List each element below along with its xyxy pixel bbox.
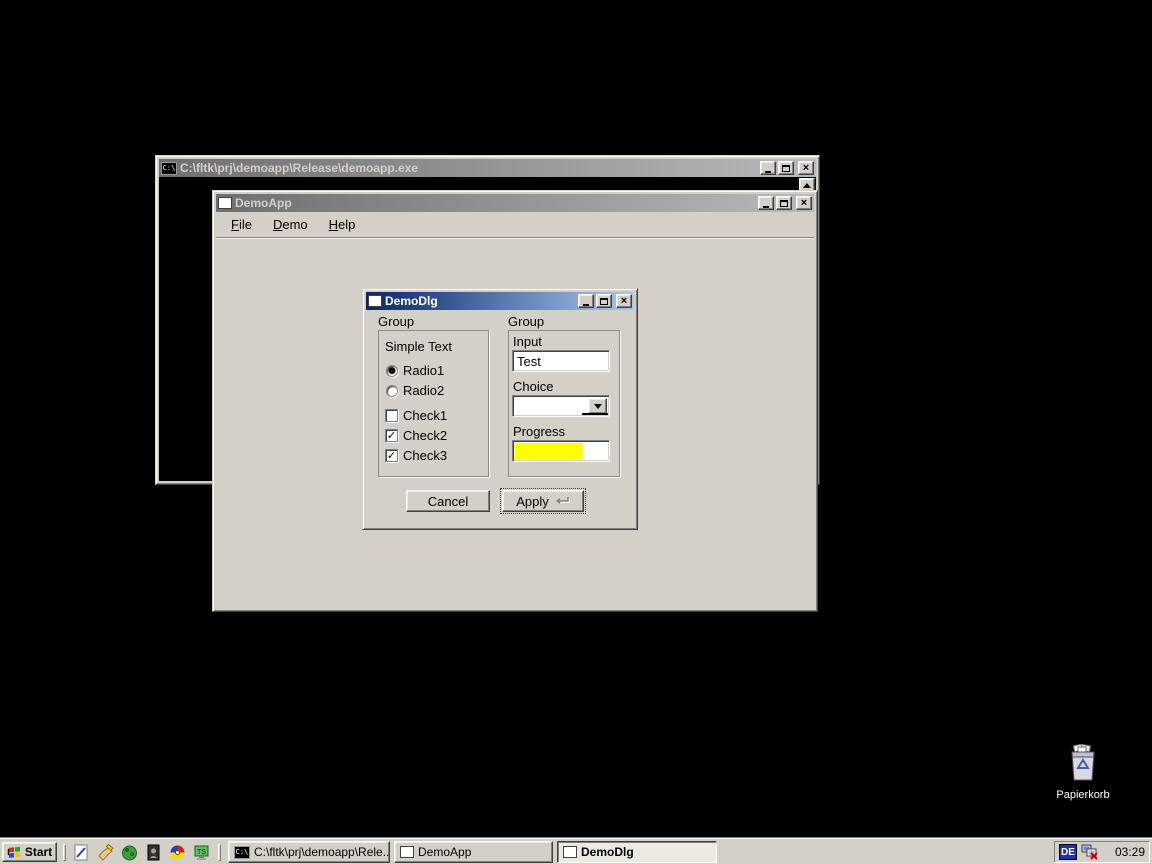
dropdown-shadow xyxy=(582,413,608,415)
quicklaunch-portrait-icon[interactable] xyxy=(144,843,163,862)
console-titlebar[interactable]: C:\ C:\fltk\prj\demoapp\Release\demoapp.… xyxy=(159,159,816,177)
progress-fill xyxy=(515,443,583,459)
quicklaunch-green-creature-icon[interactable] xyxy=(120,843,139,862)
maximize-icon xyxy=(600,298,608,305)
maximize-button[interactable] xyxy=(778,161,794,175)
msdos-icon: C:\ xyxy=(161,162,177,175)
radio2-label: Radio2 xyxy=(403,383,444,398)
start-label: Start xyxy=(25,845,52,859)
taskbar-button-demodlg[interactable]: DemoDlg xyxy=(557,841,717,863)
maximize-button[interactable] xyxy=(776,196,792,210)
demoapp-titlebar[interactable]: DemoApp × xyxy=(216,194,814,212)
quicklaunch-hand-pen-icon[interactable] xyxy=(96,843,115,862)
taskbar-button-demoapp[interactable]: DemoApp xyxy=(394,841,553,863)
check3-label: Check3 xyxy=(403,448,447,463)
demodlg-titlebar[interactable]: DemoDlg × xyxy=(366,292,634,310)
keyboard-layout-indicator[interactable]: DE xyxy=(1059,844,1077,860)
recycle-bin-icon xyxy=(1066,744,1100,782)
checkbox-icon: ✓ xyxy=(385,449,398,462)
checkbox-check1[interactable]: Check1 xyxy=(385,408,447,423)
radio-icon xyxy=(386,385,398,397)
menu-demo[interactable]: Demo xyxy=(271,216,310,233)
minimize-icon xyxy=(583,304,589,306)
simple-text-label: Simple Text xyxy=(385,339,452,354)
minimize-button[interactable] xyxy=(578,294,594,308)
choice-dropdown[interactable] xyxy=(512,395,610,417)
minimize-icon xyxy=(763,206,769,208)
check1-label: Check1 xyxy=(403,408,447,423)
minimize-button[interactable] xyxy=(760,161,776,175)
menu-file[interactable]: File xyxy=(229,216,254,233)
chevron-down-icon xyxy=(594,404,602,409)
maximize-button[interactable] xyxy=(596,294,612,308)
close-button[interactable]: × xyxy=(798,161,814,175)
window-icon xyxy=(400,846,414,858)
close-icon: × xyxy=(801,198,807,209)
demodlg-title: DemoDlg xyxy=(385,294,438,308)
start-button[interactable]: Start xyxy=(2,842,57,862)
network-disconnected-icon[interactable] xyxy=(1081,844,1099,860)
close-button[interactable]: × xyxy=(616,294,632,308)
return-arrow-icon xyxy=(555,496,570,506)
windows-logo-icon xyxy=(7,846,22,859)
msdos-icon: C:\ xyxy=(234,846,250,859)
progress-label: Progress xyxy=(513,424,565,439)
radio-radio2[interactable]: Radio2 xyxy=(386,383,444,398)
right-group-label: Group xyxy=(508,314,544,329)
maximize-icon xyxy=(782,165,790,172)
taskbar: Start TS C:\ C:\fltk\prj\demoapp\Rele...… xyxy=(0,838,1152,864)
quicklaunch-notepad-icon[interactable] xyxy=(72,843,91,862)
toolbar-grip[interactable] xyxy=(63,844,66,861)
radio-radio1[interactable]: ● Radio1 xyxy=(386,363,444,378)
checkbox-check3[interactable]: ✓ Check3 xyxy=(385,448,447,463)
clock: 03:29 xyxy=(1115,845,1145,859)
input-label: Input xyxy=(513,334,542,349)
scroll-up-icon xyxy=(803,183,811,188)
menu-help[interactable]: Help xyxy=(327,216,358,233)
checkbox-check2[interactable]: ✓ Check2 xyxy=(385,428,447,443)
taskbar-button-label: C:\fltk\prj\demoapp\Rele... xyxy=(254,845,390,859)
quicklaunch-ts-monitor-icon[interactable]: TS xyxy=(192,843,211,862)
progress-bar xyxy=(512,440,610,462)
radio-icon: ● xyxy=(386,365,398,377)
demodlg-dialog: DemoDlg × Group Simple Text ● Radio1 Rad… xyxy=(362,288,638,530)
toolbar-grip[interactable] xyxy=(218,844,221,861)
demoapp-title: DemoApp xyxy=(235,196,292,210)
choice-label: Choice xyxy=(513,379,553,394)
close-icon: × xyxy=(621,296,627,307)
checkbox-icon: ✓ xyxy=(385,429,398,442)
taskbar-button-console[interactable]: C:\ C:\fltk\prj\demoapp\Rele... xyxy=(228,841,390,863)
console-title: C:\fltk\prj\demoapp\Release\demoapp.exe xyxy=(180,161,418,175)
svg-text:TS: TS xyxy=(197,849,206,856)
window-icon xyxy=(218,197,232,209)
system-tray: DE 03:29 xyxy=(1054,841,1150,863)
minimize-icon xyxy=(765,171,771,173)
radio1-label: Radio1 xyxy=(403,363,444,378)
taskbar-button-label: DemoApp xyxy=(418,845,471,859)
menubar: File Demo Help xyxy=(216,212,814,238)
apply-button[interactable]: Apply xyxy=(502,490,584,512)
checkbox-icon xyxy=(385,409,398,422)
minimize-button[interactable] xyxy=(758,196,774,210)
close-icon: × xyxy=(803,163,809,174)
quicklaunch-colorful-swirl-icon[interactable] xyxy=(168,843,187,862)
left-group-label: Group xyxy=(378,314,414,329)
taskbar-button-label: DemoDlg xyxy=(581,845,634,859)
apply-button-focus: Apply xyxy=(500,488,586,514)
dropdown-button[interactable] xyxy=(588,398,607,414)
window-icon xyxy=(368,295,382,307)
maximize-icon xyxy=(780,200,788,207)
close-button[interactable]: × xyxy=(796,196,812,210)
window-icon xyxy=(563,846,577,858)
check2-label: Check2 xyxy=(403,428,447,443)
recycle-bin-desktop-icon[interactable]: Papierkorb xyxy=(1048,744,1118,801)
input-field[interactable] xyxy=(512,350,610,372)
recycle-bin-label: Papierkorb xyxy=(1048,789,1118,801)
cancel-button[interactable]: Cancel xyxy=(406,490,490,512)
